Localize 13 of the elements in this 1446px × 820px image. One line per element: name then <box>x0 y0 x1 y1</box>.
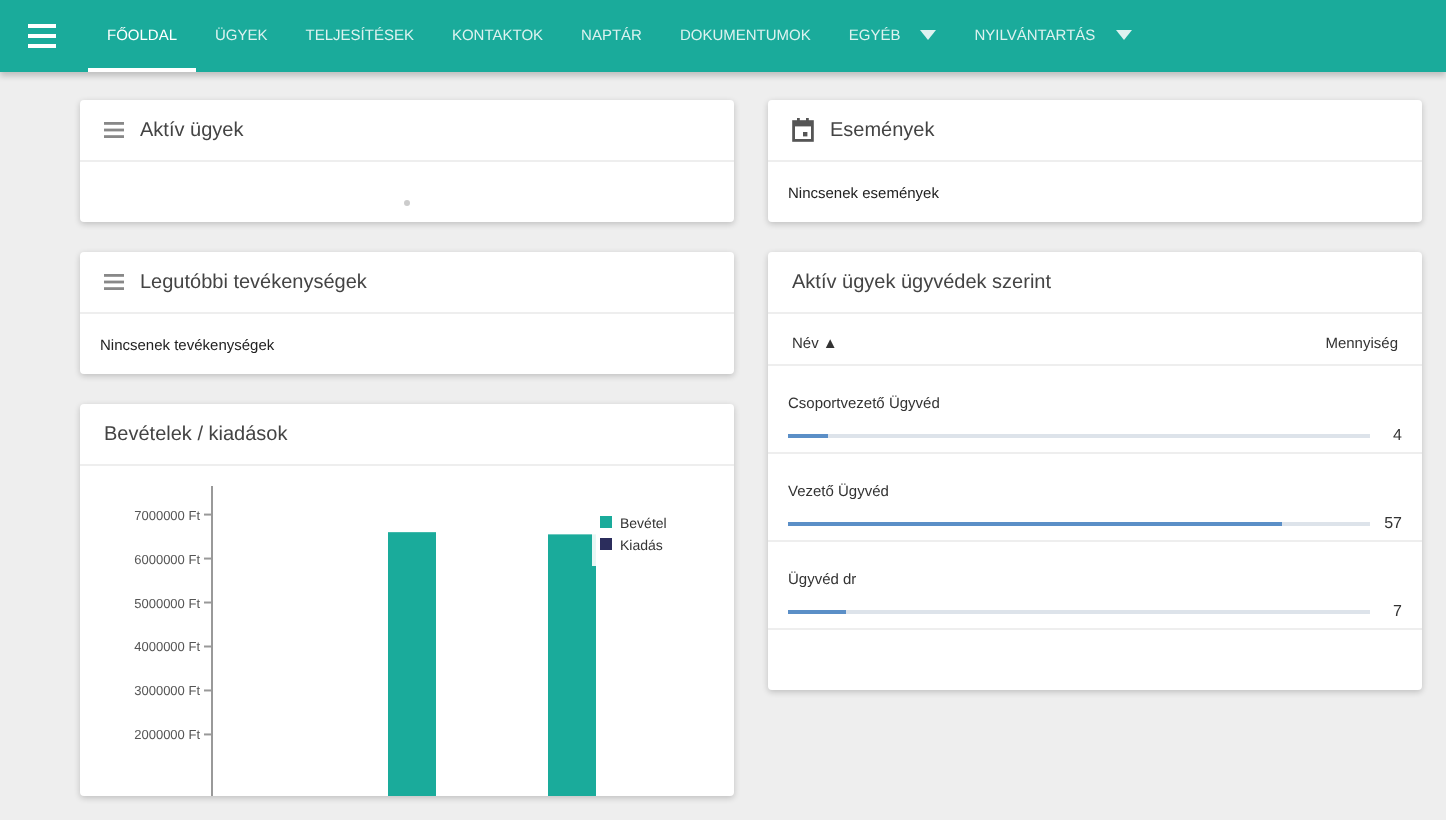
case-count: 57 <box>1382 514 1402 532</box>
case-count: 4 <box>1391 426 1402 444</box>
card-title: Legutóbbi tevékenységek <box>140 271 367 293</box>
case-count: 7 <box>1391 602 1402 620</box>
card-title: Aktív ügyek <box>140 119 244 141</box>
calendar-icon <box>792 118 814 142</box>
list-icon <box>104 122 124 138</box>
menu-icon[interactable] <box>28 24 56 48</box>
card-title: Bevételek / kiadások <box>104 423 288 445</box>
card-title: Események <box>830 119 935 141</box>
loading-icon <box>404 200 410 206</box>
list-icon <box>104 274 124 290</box>
card-title: Aktív ügyek ügyvédek szerint <box>792 271 1052 293</box>
